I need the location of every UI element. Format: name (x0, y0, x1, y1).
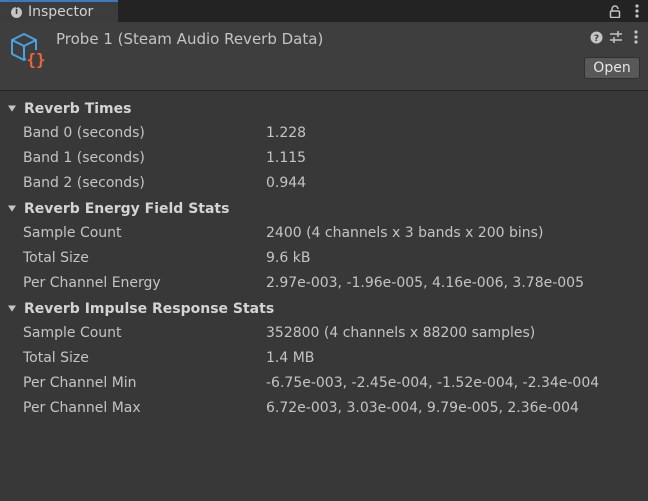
property-label: Sample Count (23, 325, 122, 341)
foldout-reverb-energy-field-stats[interactable]: Reverb Energy Field Stats (0, 196, 648, 221)
more-options-icon[interactable] (626, 0, 648, 22)
foldout-arrow-icon (8, 304, 16, 313)
inspector-window: i Inspector {} Probe 1 (Steam Audio Reve… (0, 0, 648, 501)
section-reverb-times: Reverb Times Band 0 (seconds) 1.228 Band… (0, 96, 648, 196)
asset-title: Probe 1 (Steam Audio Reverb Data) (56, 30, 324, 48)
preset-settings-icon[interactable] (608, 29, 624, 45)
property-row: Band 2 (seconds) 0.944 (0, 171, 648, 196)
tab-label: Inspector (28, 4, 94, 20)
reverb-data-asset-icon: {} (9, 31, 47, 69)
property-label: Per Channel Max (23, 400, 141, 416)
property-row: Total Size 9.6 kB (0, 246, 648, 271)
property-row: Band 1 (seconds) 1.115 (0, 146, 648, 171)
property-label: Per Channel Min (23, 375, 137, 391)
tab-actions (604, 0, 648, 22)
header-tools: ? (588, 29, 644, 45)
property-value: 9.6 kB (266, 250, 311, 266)
property-label: Total Size (23, 350, 89, 366)
lock-icon[interactable] (604, 0, 626, 22)
property-row: Sample Count 352800 (4 channels x 88200 … (0, 321, 648, 346)
tab-bar: i Inspector (0, 0, 648, 22)
svg-text:?: ? (593, 34, 598, 44)
property-row: Per Channel Max 6.72e-003, 3.03e-004, 9.… (0, 396, 648, 421)
help-icon[interactable]: ? (588, 29, 604, 45)
property-value: -6.75e-003, -2.45e-004, -1.52e-004, -2.3… (266, 375, 600, 391)
inspector-header: {} Probe 1 (Steam Audio Reverb Data) ? O… (0, 22, 648, 91)
property-label: Band 2 (seconds) (23, 175, 145, 191)
property-row: Per Channel Energy 2.97e-003, -1.96e-005… (0, 271, 648, 296)
property-label: Band 0 (seconds) (23, 125, 145, 141)
tab-inspector[interactable]: i Inspector (0, 0, 118, 22)
section-title: Reverb Impulse Response Stats (24, 300, 275, 317)
property-value: 2.97e-003, -1.96e-005, 4.16e-006, 3.78e-… (266, 275, 584, 291)
foldout-reverb-impulse-response-stats[interactable]: Reverb Impulse Response Stats (0, 296, 648, 321)
property-value: 352800 (4 channels x 88200 samples) (266, 325, 536, 341)
property-value: 6.72e-003, 3.03e-004, 9.79e-005, 2.36e-0… (266, 400, 579, 416)
property-label: Per Channel Energy (23, 275, 161, 291)
section-reverb-impulse-response-stats: Reverb Impulse Response Stats Sample Cou… (0, 296, 648, 421)
foldout-arrow-icon (8, 204, 16, 213)
foldout-arrow-icon (8, 104, 16, 113)
property-value: 2400 (4 channels x 3 bands x 200 bins) (266, 225, 544, 241)
property-label: Band 1 (seconds) (23, 150, 145, 166)
section-title: Reverb Times (24, 100, 132, 117)
property-value: 0.944 (266, 175, 307, 191)
property-value: 1.4 MB (266, 350, 315, 366)
property-row: Band 0 (seconds) 1.228 (0, 121, 648, 146)
property-row: Total Size 1.4 MB (0, 346, 648, 371)
property-row: Sample Count 2400 (4 channels x 3 bands … (0, 221, 648, 246)
section-reverb-energy-field-stats: Reverb Energy Field Stats Sample Count 2… (0, 196, 648, 296)
foldout-reverb-times[interactable]: Reverb Times (0, 96, 648, 121)
svg-text:{}: {} (26, 50, 45, 69)
context-menu-icon[interactable] (628, 29, 644, 45)
open-button[interactable]: Open (584, 57, 640, 79)
property-value: 1.115 (266, 150, 307, 166)
property-label: Total Size (23, 250, 89, 266)
property-value: 1.228 (266, 125, 307, 141)
property-label: Sample Count (23, 225, 122, 241)
property-row: Per Channel Min -6.75e-003, -2.45e-004, … (0, 371, 648, 396)
section-title: Reverb Energy Field Stats (24, 200, 230, 217)
info-icon: i (11, 6, 22, 18)
inspector-content: Reverb Times Band 0 (seconds) 1.228 Band… (0, 96, 648, 421)
